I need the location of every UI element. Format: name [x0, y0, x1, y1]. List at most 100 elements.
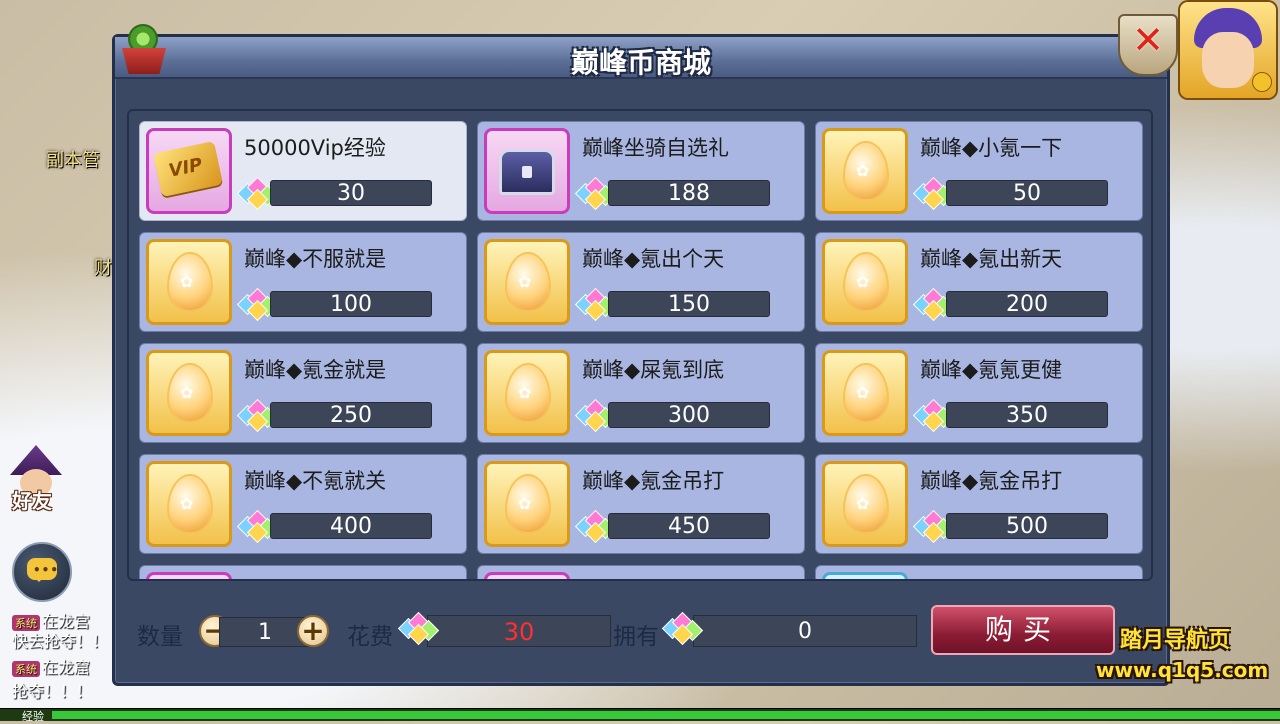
golden-egg-icon: ✿: [507, 254, 549, 310]
item-icon-frame: ✿: [822, 350, 908, 436]
item-name: 巅峰◆不氪就关: [244, 469, 387, 493]
item-icon-frame: [484, 128, 570, 214]
item-icon-frame: [146, 572, 232, 579]
shop-item-card-partial[interactable]: [815, 565, 1143, 579]
golden-egg-icon: ✿: [845, 254, 887, 310]
coin-icon: [1252, 72, 1272, 92]
lantern-icon: [118, 24, 170, 78]
item-price: 250: [270, 402, 432, 428]
system-message: 系统 在龙窟: [12, 654, 90, 678]
friends-label: 好友: [12, 489, 52, 513]
shop-item-card[interactable]: 巅峰坐骑自选礼 188: [477, 121, 805, 221]
item-name: 巅峰◆氪金吊打: [582, 469, 725, 493]
vip-card-icon: VIP: [153, 141, 223, 197]
experience-bar: 经验: [0, 708, 1280, 723]
quantity-label: 数量: [137, 624, 183, 650]
rainbow-gem-icon: [661, 611, 704, 646]
item-price: 450: [608, 513, 770, 539]
friends-button[interactable]: 好友: [4, 445, 68, 515]
shop-item-card[interactable]: ✿ 巅峰◆屎氪到底 300: [477, 343, 805, 443]
chat-bubble-icon: •••: [27, 558, 58, 582]
golden-egg-icon: ✿: [845, 365, 887, 421]
item-name: 巅峰◆氪出个天: [582, 247, 725, 271]
golden-egg-icon: ✿: [169, 254, 211, 310]
item-price: 50: [946, 180, 1108, 206]
npc-name-label[interactable]: 副本管: [46, 146, 100, 172]
shop-item-card[interactable]: ✿ 巅峰◆氪金吊打 450: [477, 454, 805, 554]
shop-item-card[interactable]: ✿ 巅峰◆不氪就关 400: [139, 454, 467, 554]
item-price: 150: [608, 291, 770, 317]
watermark-url: www.q1q5.com: [1096, 658, 1269, 682]
item-name: 巅峰◆屎氪到底: [582, 358, 725, 382]
item-price: 350: [946, 402, 1108, 428]
close-button[interactable]: ✕: [1118, 14, 1178, 76]
golden-egg-icon: ✿: [169, 365, 211, 421]
item-name: 巅峰◆氪氪更健: [920, 358, 1063, 382]
item-icon-frame: ✿: [822, 128, 908, 214]
shop-title-bar: 巅峰币商城: [115, 37, 1167, 79]
golden-egg-icon: ✿: [507, 476, 549, 532]
increase-quantity-button[interactable]: +: [297, 615, 329, 647]
item-name: 50000Vip经验: [244, 136, 386, 160]
shop-item-card[interactable]: ✿ 巅峰◆氪金就是 250: [139, 343, 467, 443]
shop-item-card[interactable]: ✿ 巅峰◆不服就是 100: [139, 232, 467, 332]
item-name: 巅峰◆氪出新天: [920, 247, 1063, 271]
item-price: 200: [946, 291, 1108, 317]
item-price: 188: [608, 180, 770, 206]
shop-item-card[interactable]: ✿ 巅峰◆氪氪更健 350: [815, 343, 1143, 443]
cost-label: 花费: [347, 624, 393, 650]
golden-egg-icon: ✿: [507, 365, 549, 421]
item-name: 巅峰◆不服就是: [244, 247, 387, 271]
system-tag: 系统: [12, 661, 40, 677]
shop-item-card[interactable]: ✿ 巅峰◆小氪一下 50: [815, 121, 1143, 221]
item-icon-frame: [822, 572, 908, 579]
item-icon-frame: [484, 572, 570, 579]
peak-coin-shop-panel: 巅峰币商城 VIP 50000Vip经验 30 巅峰坐骑自选礼 188 ✿ 巅峰◆小氪一下 5…: [112, 34, 1170, 686]
item-name: 巅峰坐骑自选礼: [582, 136, 729, 160]
item-icon-frame: ✿: [484, 239, 570, 325]
shop-title: 巅峰币商城: [570, 46, 711, 79]
system-message: 抢夺！！！: [12, 682, 93, 701]
npc-name-label[interactable]: 财: [94, 254, 112, 280]
avatar-face: [1202, 32, 1254, 88]
shop-item-card[interactable]: ✿ 巅峰◆氪出新天 200: [815, 232, 1143, 332]
item-icon-frame: ✿: [146, 461, 232, 547]
shop-item-card-partial[interactable]: [477, 565, 805, 579]
golden-egg-icon: ✿: [169, 476, 211, 532]
item-icon-frame: ✿: [146, 350, 232, 436]
owned-label: 拥有: [613, 624, 659, 650]
item-price: 400: [270, 513, 432, 539]
system-message: 快去抢夺！！: [12, 632, 109, 651]
item-name: 巅峰◆氪金吊打: [920, 469, 1063, 493]
item-icon-frame: VIP: [146, 128, 232, 214]
shop-item-card-partial[interactable]: [139, 565, 467, 579]
golden-egg-icon: ✿: [845, 476, 887, 532]
item-icon-frame: ✿: [484, 350, 570, 436]
shop-item-card[interactable]: VIP 50000Vip经验 30: [139, 121, 467, 221]
item-icon-frame: ✿: [822, 461, 908, 547]
item-icon-frame: ✿: [822, 239, 908, 325]
watermark-title: 踏月导航页: [1120, 628, 1231, 653]
item-price: 300: [608, 402, 770, 428]
shop-item-card[interactable]: ✿ 巅峰◆氪出个天 150: [477, 232, 805, 332]
item-name: 巅峰◆小氪一下: [920, 136, 1063, 160]
close-x-icon: ✕: [1132, 18, 1164, 62]
shop-item-list[interactable]: VIP 50000Vip经验 30 巅峰坐骑自选礼 188 ✿ 巅峰◆小氪一下 50 ✿ 巅峰◆不…: [127, 109, 1153, 581]
chat-button[interactable]: •••: [12, 542, 72, 602]
golden-egg-icon: ✿: [845, 143, 887, 199]
item-price: 30: [270, 180, 432, 206]
item-price: 500: [946, 513, 1108, 539]
item-name: 巅峰◆氪金就是: [244, 358, 387, 382]
buy-button[interactable]: 购买: [931, 605, 1115, 655]
experience-label: 经验: [22, 710, 44, 723]
rainbow-gem-icon: [397, 611, 440, 646]
shop-item-card[interactable]: ✿ 巅峰◆氪金吊打 500: [815, 454, 1143, 554]
player-avatar[interactable]: [1180, 2, 1276, 98]
item-price: 100: [270, 291, 432, 317]
experience-fill: [52, 711, 1280, 719]
owned-value: 0: [693, 615, 917, 647]
cost-value: 30: [427, 615, 611, 647]
item-icon-frame: ✿: [484, 461, 570, 547]
item-icon-frame: ✿: [146, 239, 232, 325]
treasure-chest-icon: [499, 149, 555, 195]
